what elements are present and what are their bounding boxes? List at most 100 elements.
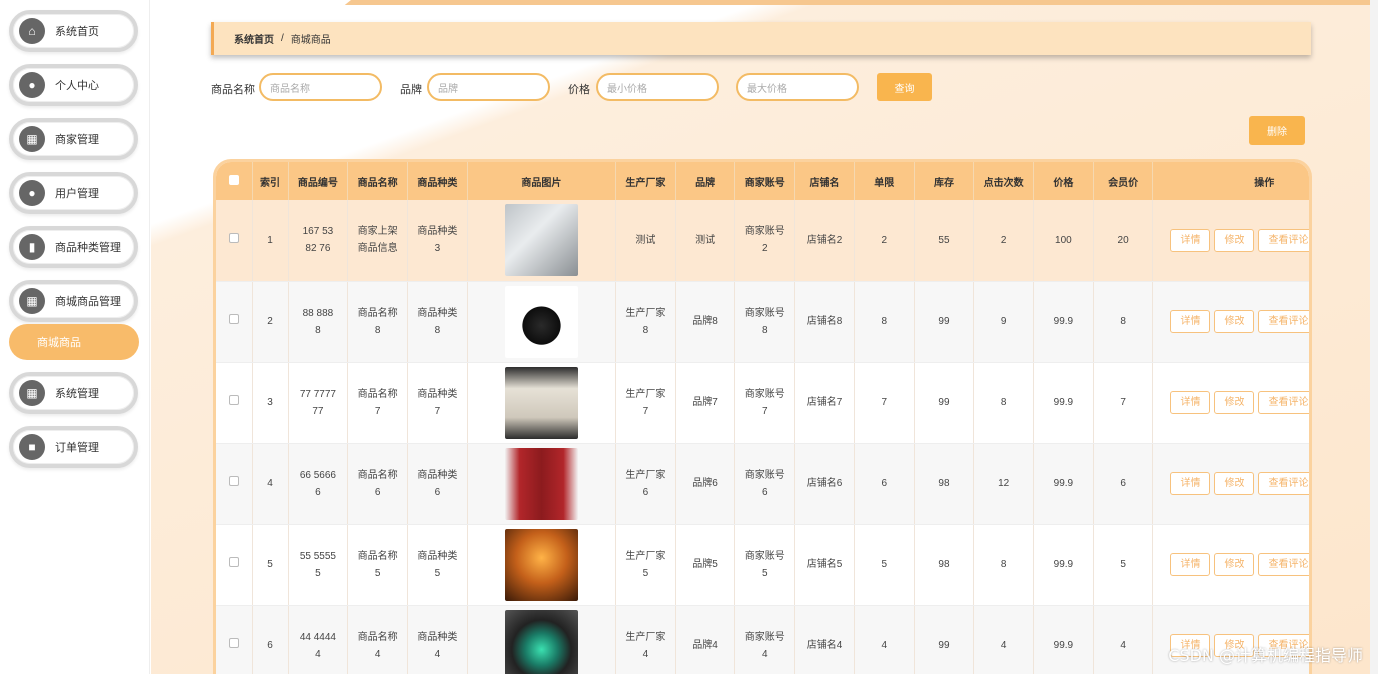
maker-line: 生产厂家 xyxy=(625,388,666,400)
row-checkbox[interactable] xyxy=(228,232,239,243)
code-cell: 44 4444 4 xyxy=(288,605,349,674)
column-header: 库存 xyxy=(914,162,975,200)
sidebar-item-profile[interactable]: ● 个人中心 xyxy=(9,64,138,106)
column-header: 商品名称 xyxy=(347,162,408,200)
index-cell: 2 xyxy=(252,281,289,363)
row-checkbox[interactable] xyxy=(228,557,239,567)
brand-label: 品牌 xyxy=(400,84,422,96)
sidebar-item-categories[interactable]: ▮ 商品种类管理 xyxy=(9,226,138,268)
detail-button[interactable]: 详情 xyxy=(1170,553,1211,576)
row-select-cell[interactable] xyxy=(216,524,253,606)
detail-button[interactable]: 详情 xyxy=(1170,391,1211,414)
maker-line: 生产厂家 xyxy=(625,550,666,562)
image-cell xyxy=(467,362,617,444)
code-cell: 66 5666 6 xyxy=(288,443,349,525)
grid-icon: ▦ xyxy=(19,126,45,152)
sidebar-item-orders[interactable]: ■ 订单管理 xyxy=(9,426,138,468)
view-comments-button[interactable]: 查看评论 xyxy=(1258,391,1309,414)
sidebar-item-label: 商城商品管理 xyxy=(55,296,121,308)
detail-button[interactable]: 详情 xyxy=(1170,472,1211,495)
account-cell: 商家账号 4 xyxy=(734,605,796,674)
name-cell: 商品名称 5 xyxy=(347,524,408,606)
account-line: 7 xyxy=(762,405,768,417)
clicks-cell: 2 xyxy=(973,200,1035,282)
limit-cell: 6 xyxy=(854,443,915,525)
row-select-cell[interactable] xyxy=(216,443,253,525)
code-line: 82 76 xyxy=(305,243,331,255)
column-header: 商品图片 xyxy=(467,162,617,200)
account-cell: 商家账号 6 xyxy=(734,443,796,525)
detail-button[interactable]: 详情 xyxy=(1170,228,1211,252)
main-content: 系统首页 / 商城商品 商品名称 商品名称 品牌 品牌 价格 最小价格 最大价格… xyxy=(151,0,1378,674)
code-cell: 167 53 82 76 xyxy=(288,200,349,282)
row-select-cell[interactable] xyxy=(216,200,253,282)
breadcrumb: 系统首页 / 商城商品 xyxy=(211,22,1311,55)
row-checkbox[interactable] xyxy=(228,638,239,648)
account-line: 商家账号 xyxy=(744,307,785,319)
min-price-input[interactable]: 最小价格 xyxy=(596,73,719,101)
brand-cell: 品牌6 xyxy=(675,443,736,525)
view-comments-button[interactable]: 查看评论 xyxy=(1258,310,1309,333)
view-comments-button[interactable]: 查看评论 xyxy=(1258,553,1309,576)
select-all-checkbox[interactable] xyxy=(228,174,239,185)
stock-cell: 99 xyxy=(914,362,975,444)
row-checkbox[interactable] xyxy=(228,476,239,486)
user-icon: ● xyxy=(19,72,45,98)
vertical-scrollbar[interactable] xyxy=(1370,0,1378,674)
row-select-cell[interactable] xyxy=(216,281,253,363)
category-line: 3 xyxy=(434,243,441,255)
account-line: 5 xyxy=(762,567,768,579)
shop-cell: 店铺名8 xyxy=(794,281,855,363)
sidebar-item-merchants[interactable]: ▦ 商家管理 xyxy=(9,118,138,160)
detail-button[interactable]: 详情 xyxy=(1170,310,1211,333)
sidebar-item-system[interactable]: ▦ 系统管理 xyxy=(9,372,138,414)
view-comments-button[interactable]: 查看评论 xyxy=(1258,472,1309,495)
edit-button[interactable]: 修改 xyxy=(1214,553,1255,576)
edit-button[interactable]: 修改 xyxy=(1214,228,1255,252)
sidebar-subitem-mall-products[interactable]: 商城商品 xyxy=(9,324,139,360)
view-comments-button[interactable]: 查看评论 xyxy=(1258,228,1309,252)
maker-line: 测试 xyxy=(635,234,656,246)
sidebar-item-users[interactable]: ● 用户管理 xyxy=(9,172,138,214)
breadcrumb-separator: / xyxy=(281,33,284,44)
delete-button[interactable]: 删除 xyxy=(1249,116,1305,145)
account-cell: 商家账号 5 xyxy=(734,524,796,606)
table-header: 索引 商品编号 商品名称 商品种类 商品图片 生产厂家 品牌 商家账号 店铺名 … xyxy=(216,162,1309,200)
category-line: 4 xyxy=(434,648,441,660)
edit-button[interactable]: 修改 xyxy=(1214,310,1255,333)
category-line: 8 xyxy=(434,324,441,336)
name-line: 4 xyxy=(374,648,381,660)
code-line: 44 4444 xyxy=(299,631,336,643)
sidebar-item-products[interactable]: ▦ 商城商品管理 xyxy=(9,280,138,322)
edit-button[interactable]: 修改 xyxy=(1214,391,1255,414)
table-row: 6 44 4444 4 商品名称 4 商品种类 4 生产厂家 4 品牌4 商家账号 4 店铺名4 4 99 4… xyxy=(216,605,1309,674)
table-row: 5 55 5555 5 商品名称 5 商品种类 5 生产厂家 5 品牌5 商家账号 5 店铺名5 5 98 8… xyxy=(216,524,1309,606)
row-select-cell[interactable] xyxy=(216,362,253,444)
brand-input[interactable]: 品牌 xyxy=(427,73,550,101)
edit-button[interactable]: 修改 xyxy=(1214,472,1255,495)
row-checkbox[interactable] xyxy=(228,395,239,405)
category-line: 7 xyxy=(434,405,441,417)
clicks-cell: 9 xyxy=(973,281,1035,363)
breadcrumb-home[interactable]: 系统首页 xyxy=(234,31,274,46)
maker-cell: 生产厂家 8 xyxy=(615,281,676,363)
sidebar-item-home[interactable]: ⌂ 系统首页 xyxy=(9,10,138,52)
row-checkbox[interactable] xyxy=(228,314,239,324)
column-header: 店铺名 xyxy=(794,162,855,200)
select-all-header[interactable] xyxy=(216,162,253,200)
index-cell: 3 xyxy=(252,362,289,444)
row-select-cell[interactable] xyxy=(216,605,253,674)
sidebar-item-label: 用户管理 xyxy=(55,188,99,200)
image-cell xyxy=(467,281,617,363)
product-name-input[interactable]: 商品名称 xyxy=(259,73,382,101)
breadcrumb-current: 商城商品 xyxy=(290,35,331,46)
category-line: 商品种类 xyxy=(417,469,458,481)
stock-cell: 99 xyxy=(914,281,975,363)
maker-cell: 生产厂家 7 xyxy=(615,362,676,444)
query-button[interactable]: 查询 xyxy=(877,73,932,101)
actions-cell: 详情修改查看评论删除 xyxy=(1152,443,1309,525)
account-line: 商家账号 xyxy=(744,631,785,643)
image-cell xyxy=(467,443,617,525)
max-price-input[interactable]: 最大价格 xyxy=(736,73,859,101)
code-line: 66 5666 xyxy=(299,469,336,481)
